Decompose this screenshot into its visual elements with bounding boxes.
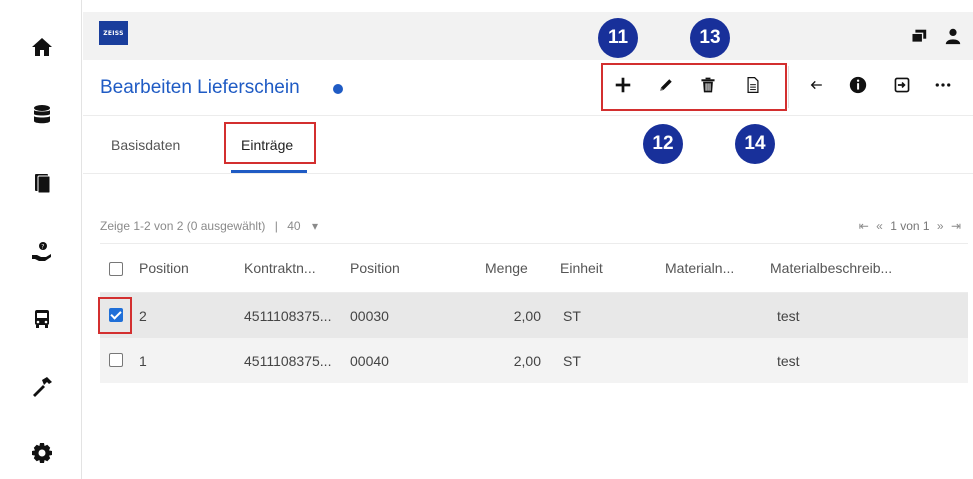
cell-position2: 00030: [350, 307, 389, 324]
pager-label: 1 von 1: [890, 219, 930, 233]
column-header-menge[interactable]: Menge: [485, 244, 528, 292]
cell-kontrakt: 4511108375...: [244, 352, 332, 369]
documents-icon[interactable]: [27, 168, 57, 198]
tab-eintraege[interactable]: Einträge: [241, 116, 293, 174]
cell-beschreibung: test: [777, 307, 800, 324]
database-icon[interactable]: [27, 100, 57, 130]
table-header: Position Kontraktn... Position Menge Ein…: [100, 243, 968, 293]
hand-help-icon[interactable]: ?: [27, 236, 57, 266]
document-icon[interactable]: [742, 74, 764, 96]
column-header-einheit[interactable]: Einheit: [560, 244, 603, 292]
add-icon[interactable]: [612, 74, 634, 96]
page-size-select[interactable]: 40: [287, 219, 300, 233]
cell-menge: 2,00: [513, 307, 541, 324]
back-arrow-icon[interactable]: [805, 74, 827, 96]
row-checkbox[interactable]: [109, 353, 123, 367]
edit-icon[interactable]: [655, 74, 677, 96]
paging-separator: |: [274, 219, 278, 233]
tab-bar: Basisdaten Einträge: [83, 116, 973, 174]
toolbar-separator: [788, 66, 789, 108]
export-icon[interactable]: [891, 74, 913, 96]
last-page-icon[interactable]: ⇥: [951, 219, 961, 233]
chevron-down-icon[interactable]: ▾: [312, 219, 318, 233]
paging-summary: Zeige 1-2 von 2 (0 ausgewählt): [100, 219, 266, 233]
pager: ⇤ « 1 von 1 » ⇥: [859, 219, 961, 233]
svg-text:?: ?: [41, 244, 44, 251]
column-header-materialbeschreibung[interactable]: Materialbeschreib...: [770, 244, 892, 292]
gear-icon[interactable]: [27, 438, 57, 468]
active-tab-indicator: [231, 170, 307, 173]
zeiss-logo: ZEISS: [99, 21, 128, 45]
table-row[interactable]: 2 4511108375... 00030 2,00 ST test: [98, 293, 968, 338]
windows-icon[interactable]: [909, 26, 929, 46]
select-all-checkbox[interactable]: [109, 262, 123, 276]
info-icon[interactable]: [847, 74, 869, 96]
prev-page-icon[interactable]: «: [876, 219, 883, 233]
cell-kontrakt: 4511108375...: [244, 307, 332, 324]
column-header-materialnummer[interactable]: Materialn...: [665, 244, 734, 292]
cell-position: 2: [139, 307, 147, 324]
column-header-kontrakt[interactable]: Kontraktn...: [244, 244, 316, 292]
callout-badge-11: 11: [598, 18, 638, 58]
user-icon[interactable]: [943, 26, 963, 46]
hammer-icon[interactable]: [27, 372, 57, 402]
title-status-dot: [333, 84, 343, 94]
cell-position2: 00040: [350, 352, 389, 369]
column-header-position2[interactable]: Position: [350, 244, 400, 292]
header-bar: ZEISS: [83, 12, 973, 60]
cell-einheit: ST: [563, 352, 581, 369]
callout-badge-13: 13: [690, 18, 730, 58]
entries-table: Position Kontraktn... Position Menge Ein…: [98, 243, 968, 383]
home-icon[interactable]: [27, 32, 57, 62]
cell-beschreibung: test: [777, 352, 800, 369]
next-page-icon[interactable]: »: [937, 219, 944, 233]
more-icon[interactable]: [932, 74, 954, 96]
delete-icon[interactable]: [697, 74, 719, 96]
table-row[interactable]: 1 4511108375... 00040 2,00 ST test: [100, 338, 968, 383]
tab-basisdaten[interactable]: Basisdaten: [111, 116, 180, 174]
cell-position: 1: [139, 352, 147, 369]
first-page-icon[interactable]: ⇤: [859, 219, 869, 233]
cell-einheit: ST: [563, 307, 581, 324]
page-title: Bearbeiten Lieferschein: [100, 77, 300, 98]
paging-info: Zeige 1-2 von 2 (0 ausgewählt) | 40 ▾: [100, 219, 318, 233]
title-row: Bearbeiten Lieferschein: [83, 60, 973, 116]
bus-icon[interactable]: [27, 304, 57, 334]
sidebar: ?: [0, 0, 82, 479]
column-header-position[interactable]: Position: [139, 244, 189, 292]
checkbox-highlight-box: [98, 297, 132, 334]
cell-menge: 2,00: [513, 352, 541, 369]
